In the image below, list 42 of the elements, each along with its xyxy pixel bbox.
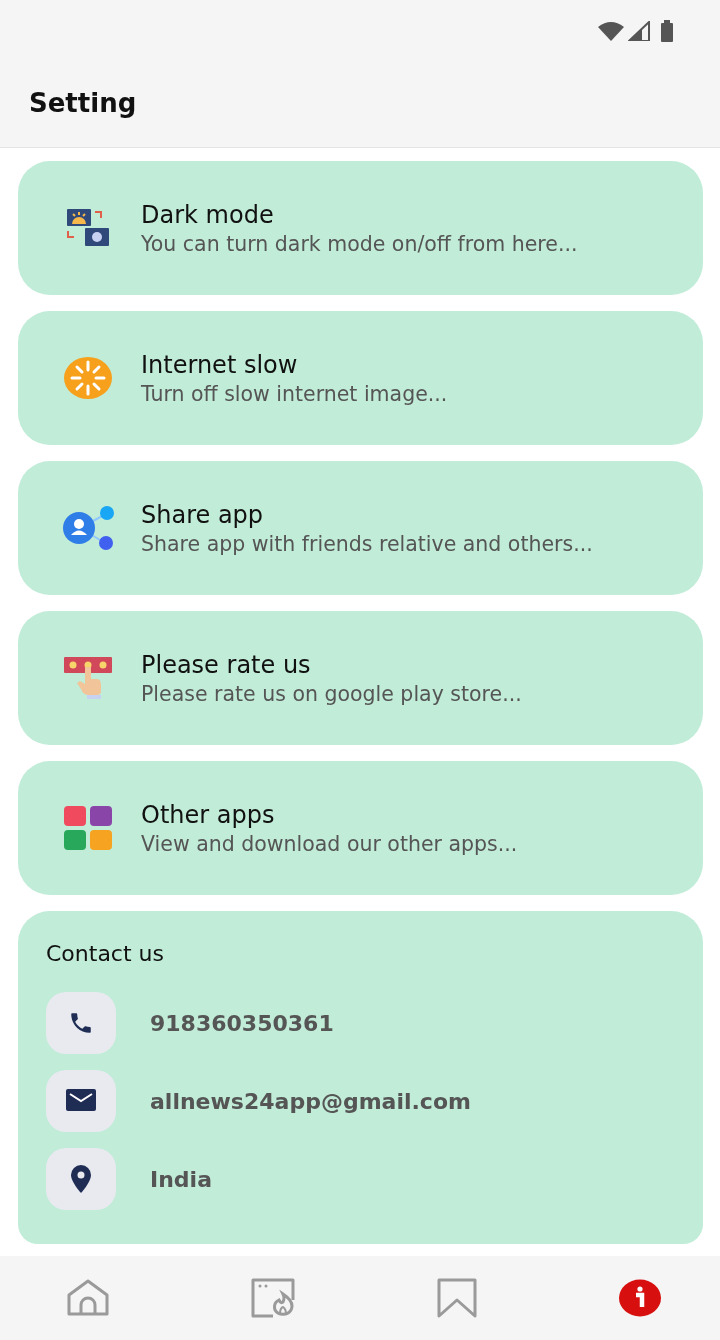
phone-icon: [68, 1010, 94, 1036]
setting-title: Other apps: [141, 800, 276, 830]
nav-tab[interactable]: [618, 1279, 662, 1317]
settings-card[interactable]: Internet slow Turn off slow internet image...: [18, 311, 703, 445]
setting-description: Please rate us on google play store...: [141, 683, 522, 706]
info-icon: [618, 1279, 662, 1317]
contact-icon-tile[interactable]: [46, 1148, 116, 1210]
mail-icon: [66, 1089, 96, 1113]
loading-icon: [63, 356, 113, 400]
contact-detail: allnews24app@gmail.com: [150, 1087, 471, 1116]
wifi-icon: [598, 21, 624, 41]
contact-icon-tile[interactable]: [46, 1070, 116, 1132]
section-title: Contact us: [46, 940, 165, 968]
page-title: Setting: [28, 87, 138, 120]
setting-description: Share app with friends relative and others...: [141, 533, 593, 556]
contact-detail: 918360350361: [150, 1009, 334, 1038]
setting-title: Please rate us: [141, 650, 312, 680]
bookmark-icon: [436, 1278, 477, 1318]
location-pin-icon: [71, 1165, 91, 1193]
settings-card[interactable]: Dark mode You can turn dark mode on/off from here...: [18, 161, 703, 295]
nav-tab[interactable]: [436, 1278, 477, 1318]
settings-card[interactable]: Share app Share app with friends relative and others...: [18, 461, 703, 595]
home-icon: [66, 1279, 110, 1317]
share-icon: [62, 504, 114, 552]
setting-description: Turn off slow internet image...: [141, 383, 448, 406]
battery-icon: [660, 20, 674, 42]
setting-title: Dark mode: [141, 200, 275, 230]
setting-description: View and download our other apps...: [141, 833, 518, 856]
contact-detail: India: [150, 1165, 212, 1194]
day-night-icon: [66, 208, 110, 248]
contact-icon-tile[interactable]: [46, 992, 116, 1054]
setting-title: Share app: [141, 500, 265, 530]
nav-tab[interactable]: [66, 1279, 110, 1317]
settings-card[interactable]: Other apps View and download our other apps...: [18, 761, 703, 895]
nav-tab[interactable]: [251, 1278, 296, 1318]
signal-icon: [628, 21, 650, 41]
fire-window-icon: [251, 1278, 296, 1318]
setting-title: Internet slow: [141, 350, 299, 380]
rating-icon: [63, 655, 113, 701]
settings-card[interactable]: Please rate us Please rate us on google play store...: [18, 611, 703, 745]
setting-description: You can turn dark mode on/off from here...: [141, 233, 578, 256]
apps-icon: [63, 805, 113, 851]
